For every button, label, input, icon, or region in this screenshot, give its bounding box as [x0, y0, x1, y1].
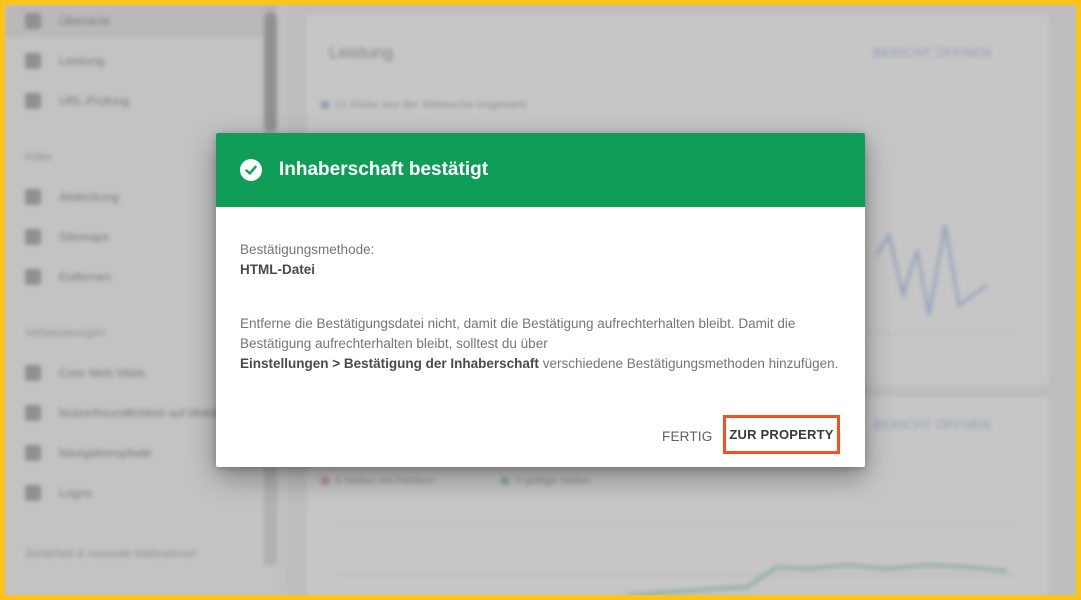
go-to-property-button[interactable]: ZUR PROPERTY — [729, 427, 833, 442]
ownership-verified-dialog: Inhaberschaft bestätigt Bestätigungsmeth… — [216, 133, 865, 467]
settings-path-text: Einstellungen > Bestätigung der Inhabers… — [240, 356, 539, 371]
highlight-box: ZUR PROPERTY — [723, 415, 840, 454]
dialog-description: Entferne die Bestätigungsdatei nicht, da… — [240, 314, 840, 374]
method-label: Bestätigungsmethode: — [240, 242, 375, 257]
done-button[interactable]: FERTIG — [662, 429, 712, 444]
description-text-start: Entferne die Bestätigungsdatei nicht, da… — [240, 316, 796, 351]
check-circle-icon — [240, 159, 262, 181]
screen-frame: Übersicht Leistung URL-Prüfung Index Abd… — [5, 5, 1076, 595]
method-value: HTML-Datei — [240, 262, 315, 277]
verification-method: Bestätigungsmethode: HTML-Datei — [240, 240, 840, 280]
dialog-header: Inhaberschaft bestätigt — [216, 133, 865, 207]
dialog-title: Inhaberschaft bestätigt — [279, 159, 489, 180]
description-text-end: verschiedene Bestätigungsmethoden hinzuf… — [538, 356, 839, 371]
